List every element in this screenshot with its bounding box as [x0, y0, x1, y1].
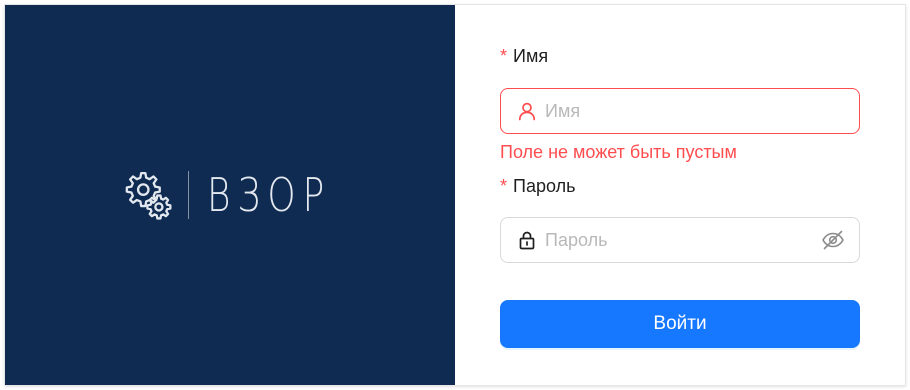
gears-icon — [125, 171, 172, 220]
required-mark: * — [500, 46, 508, 66]
logo: ВЗОР — [124, 170, 336, 220]
password-label-text: Пароль — [513, 176, 576, 196]
username-error: Поле не может быть пустым — [500, 142, 737, 162]
eye-invisible-icon[interactable] — [821, 228, 845, 252]
login-button[interactable]: Войти — [500, 300, 860, 348]
username-input[interactable] — [545, 100, 845, 122]
login-card: ВЗОР *Имя Поле не может быть пустым *Пар… — [4, 4, 906, 386]
username-label: * Имя — [500, 46, 548, 67]
lock-icon — [519, 231, 535, 250]
brand-name: ВЗОР — [206, 168, 332, 222]
required-mark: * — [500, 176, 508, 196]
username-label-text: Имя — [513, 46, 549, 66]
password-input[interactable] — [545, 229, 821, 251]
brand-panel: ВЗОР — [5, 5, 455, 385]
password-label: * Пароль — [500, 176, 575, 197]
password-field[interactable] — [500, 217, 860, 263]
user-icon — [518, 102, 536, 121]
logo-divider — [187, 171, 189, 219]
username-field[interactable] — [500, 88, 860, 134]
